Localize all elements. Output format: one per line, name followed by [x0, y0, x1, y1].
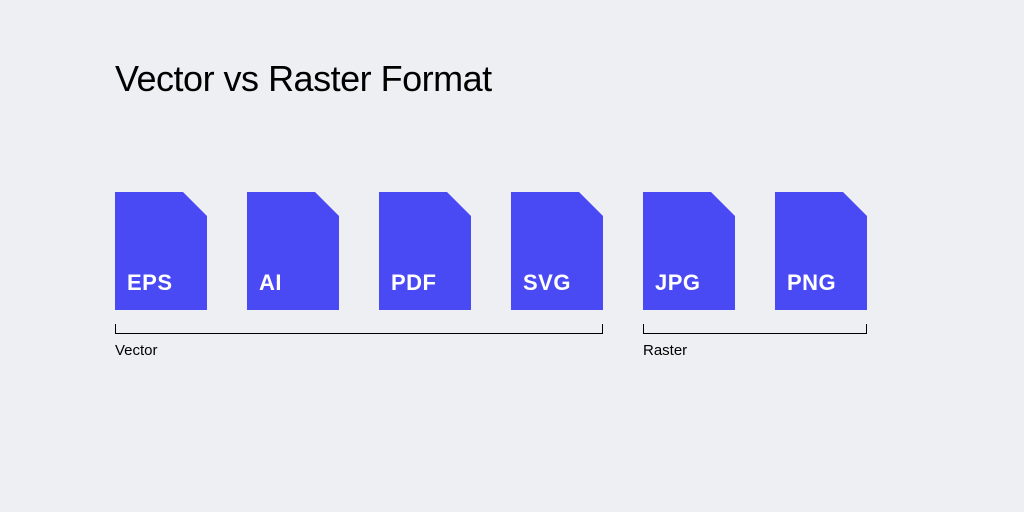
- icons-row: EPS AI PDF SVG Vector JPG PNG Raster: [115, 192, 867, 359]
- file-label: PNG: [775, 270, 867, 296]
- file-icon-jpg: JPG: [643, 192, 735, 310]
- file-icon-ai: AI: [247, 192, 339, 310]
- file-label: AI: [247, 270, 339, 296]
- group-label-vector: Vector: [115, 342, 603, 359]
- group-label-raster: Raster: [643, 342, 867, 359]
- file-label: PDF: [379, 270, 471, 296]
- file-icon-svg: SVG: [511, 192, 603, 310]
- bracket-vector: [115, 324, 603, 334]
- page-title: Vector vs Raster Format: [115, 58, 492, 100]
- group-raster: JPG PNG Raster: [643, 192, 867, 359]
- file-set-raster: JPG PNG: [643, 192, 867, 310]
- file-icon-eps: EPS: [115, 192, 207, 310]
- file-set-vector: EPS AI PDF SVG: [115, 192, 603, 310]
- file-icon-png: PNG: [775, 192, 867, 310]
- bracket-raster: [643, 324, 867, 334]
- file-label: JPG: [643, 270, 735, 296]
- file-label: EPS: [115, 270, 207, 296]
- group-vector: EPS AI PDF SVG Vector: [115, 192, 603, 359]
- file-label: SVG: [511, 270, 603, 296]
- file-icon-pdf: PDF: [379, 192, 471, 310]
